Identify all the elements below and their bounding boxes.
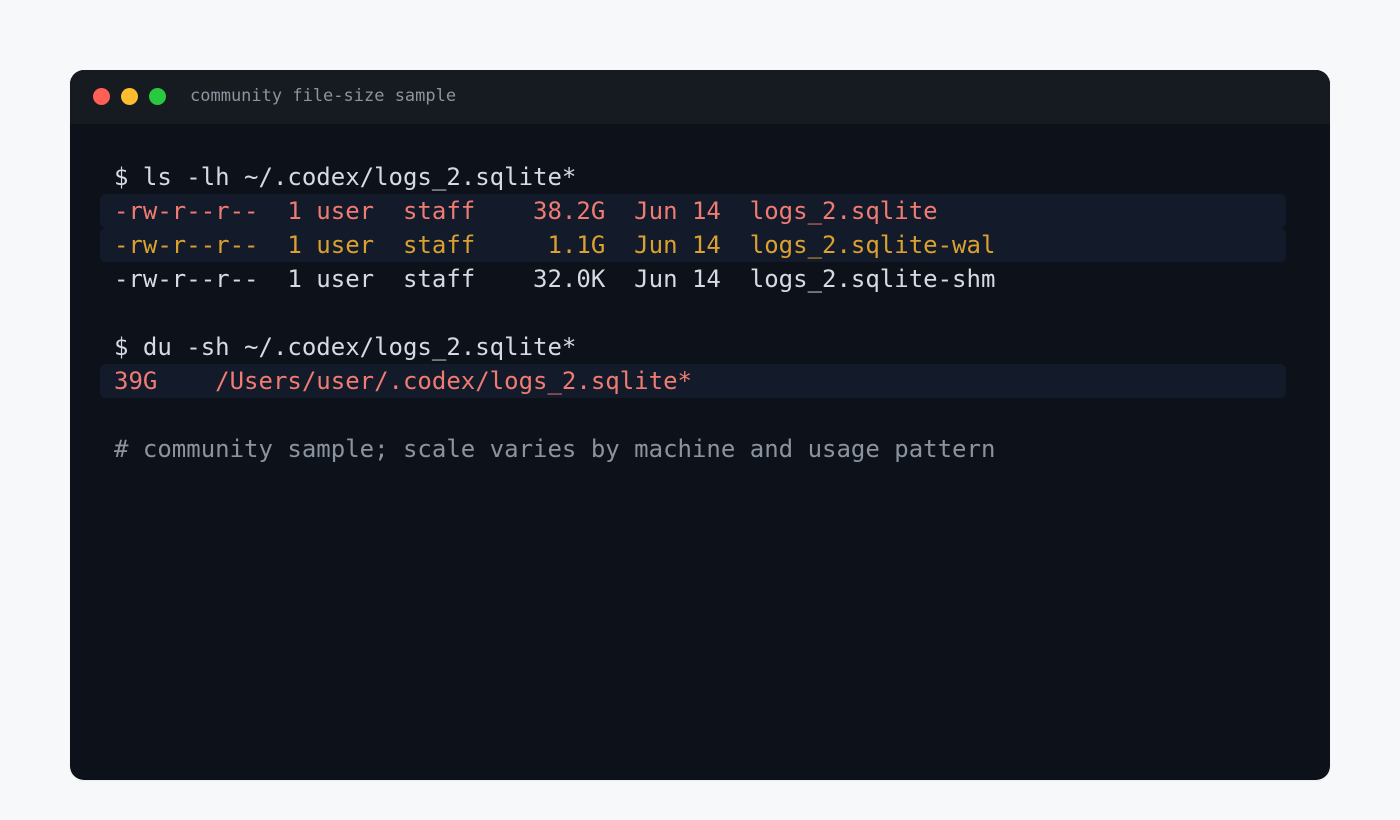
- terminal-line-du-output: 39G /Users/user/.codex/logs_2.sqlite*: [100, 364, 1286, 398]
- terminal-window: community file-size sample $ ls -lh ~/.c…: [70, 70, 1330, 780]
- close-dot-icon[interactable]: [93, 88, 110, 105]
- title-bar: community file-size sample: [70, 70, 1330, 124]
- window-title: community file-size sample: [190, 86, 457, 106]
- terminal-line-sqlite: -rw-r--r-- 1 user staff 38.2G Jun 14 log…: [100, 194, 1286, 228]
- maximize-dot-icon[interactable]: [149, 88, 166, 105]
- minimize-dot-icon[interactable]: [121, 88, 138, 105]
- terminal-body[interactable]: $ ls -lh ~/.codex/logs_2.sqlite* -rw-r--…: [70, 124, 1330, 780]
- terminal-line-sqlite-shm: -rw-r--r-- 1 user staff 32.0K Jun 14 log…: [114, 265, 996, 293]
- terminal-line-ls-command: $ ls -lh ~/.codex/logs_2.sqlite*: [114, 163, 577, 191]
- terminal-line-sqlite-wal: -rw-r--r-- 1 user staff 1.1G Jun 14 logs…: [100, 228, 1286, 262]
- terminal-line-comment: # community sample; scale varies by mach…: [114, 435, 996, 463]
- terminal-line-du-command: $ du -sh ~/.codex/logs_2.sqlite*: [114, 333, 577, 361]
